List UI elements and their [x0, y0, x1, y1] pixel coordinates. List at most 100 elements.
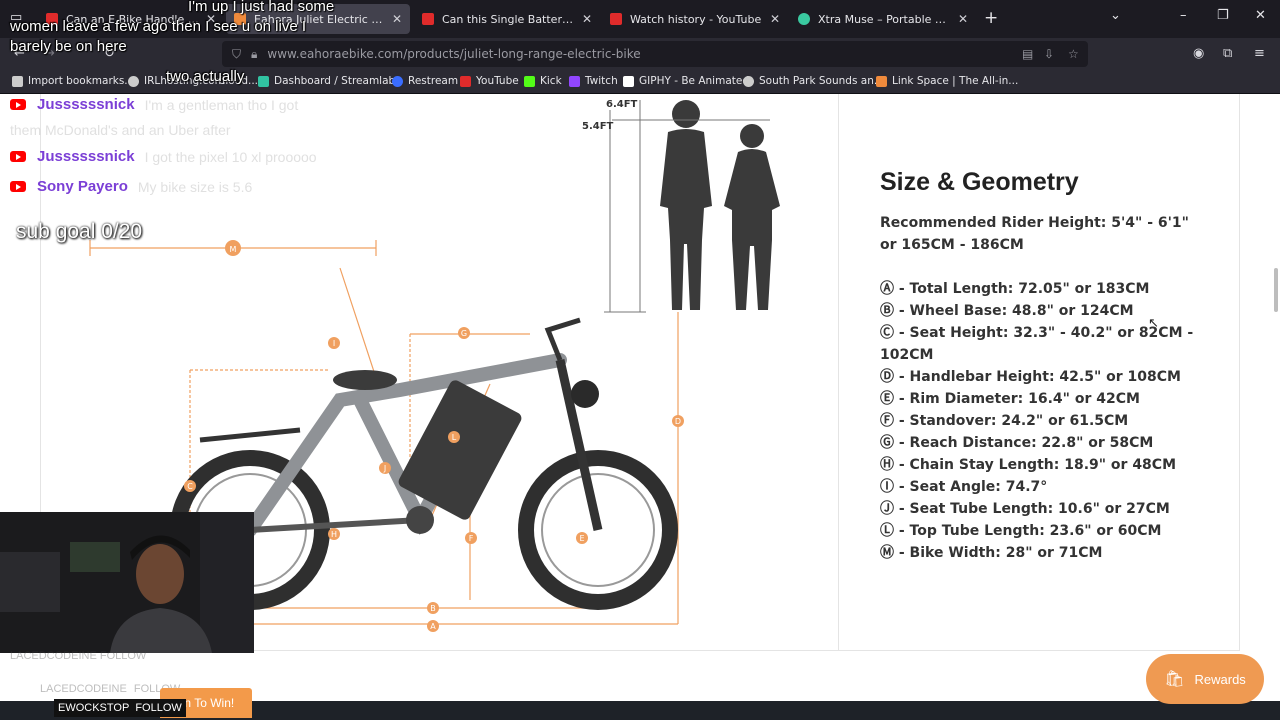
tab-label: Watch history - YouTube — [630, 12, 762, 26]
close-tab-icon[interactable]: ✕ — [958, 12, 968, 26]
streamlabs-icon — [258, 75, 269, 87]
bookmark-item[interactable]: Kick — [524, 75, 562, 87]
overlay-message: I'm up I just had some — [188, 0, 335, 15]
height-label-tall: 6.4FT — [606, 99, 638, 110]
spec-item: Ⓐ - Total Length: 72.05" or 183CM — [880, 281, 1150, 297]
bookmark-item[interactable]: Dashboard / Streamlabs — [258, 75, 401, 87]
new-tab-button[interactable]: + — [984, 8, 998, 28]
chat-text: them McDonald's and an Uber after — [10, 122, 231, 138]
chat-text: I got the pixel 10 xl prooooo — [144, 148, 317, 165]
spec-item: Ⓕ - Standover: 24.2" or 61.5CM — [880, 413, 1129, 429]
chat-message: them McDonald's and an Uber after — [10, 122, 231, 138]
south-park-icon — [743, 75, 754, 87]
svg-text:G: G — [461, 329, 467, 338]
chat-username: Jussssssnick — [37, 96, 135, 113]
svg-text:B: B — [430, 604, 436, 613]
spec-item: Ⓙ - Seat Tube Length: 10.6" or 27CM — [880, 501, 1170, 517]
chat-text: I'm a gentleman tho I got — [144, 96, 299, 113]
sub-goal-counter: sub goal 0/20 — [16, 220, 143, 243]
svg-text:A: A — [430, 622, 436, 631]
bookmark-star-icon[interactable]: ☆ — [1068, 47, 1079, 61]
youtube-icon — [10, 181, 26, 192]
youtube-favicon-icon — [610, 13, 622, 25]
close-tab-icon[interactable]: ✕ — [392, 12, 402, 26]
chat-message: Jussssssnick I got the pixel 10 xl prooo… — [10, 148, 317, 165]
rider-silhouettes — [660, 100, 780, 310]
mouse-cursor-icon: ↖ — [1148, 316, 1159, 331]
webcam-feed — [0, 512, 254, 653]
chat-username: Jussssssnick — [37, 148, 135, 165]
follower-name: UNDEFINED_1 — [46, 664, 123, 676]
url-text[interactable]: www.eahoraebike.com/products/juliet-long… — [267, 47, 640, 61]
svg-text:F: F — [469, 534, 474, 543]
tab-overflow-chevron-icon[interactable]: ⌄ — [1110, 8, 1121, 23]
webcam-scene — [0, 512, 254, 653]
geometry-spec-list: Ⓐ - Total Length: 72.05" or 183CM Ⓑ - Wh… — [880, 278, 1210, 564]
svg-text:D: D — [675, 417, 681, 426]
follow-alert: UNDEFINED_1 FOLLOW — [46, 664, 178, 676]
tab-label: Can this Single Battery Bike Ma — [442, 12, 576, 26]
chat-username: Sony Payero — [37, 178, 128, 195]
section-border-right — [1239, 94, 1240, 650]
svg-text:C: C — [187, 482, 193, 491]
menu-icon[interactable]: ≡ — [1254, 46, 1265, 61]
spec-item: Ⓔ - Rim Diameter: 16.4" or 42CM — [880, 391, 1140, 407]
bookmark-item[interactable]: Link Space | The All-in... — [876, 75, 1018, 87]
tab-3[interactable]: Can this Single Battery Bike Ma ✕ — [414, 4, 600, 34]
tab-label: Xtra Muse – Portable Vlog Cam — [818, 12, 952, 26]
bookmark-item[interactable]: GIPHY - Be Animated — [623, 75, 749, 87]
overlay-message: two actually — [166, 68, 245, 85]
lock-icon[interactable]: 🔒︎ — [251, 47, 257, 62]
youtube-icon — [10, 99, 26, 110]
reader-view-icon[interactable]: ▤ — [1022, 47, 1033, 61]
overlay-message: women leave a few ago then I see u on li… — [10, 18, 307, 35]
spec-item: Ⓑ - Wheel Base: 48.8" or 124CM — [880, 303, 1134, 319]
account-icon[interactable]: ◉ — [1193, 46, 1204, 61]
spec-item: Ⓘ - Seat Angle: 74.7° — [880, 479, 1048, 495]
size-geometry-heading: Size & Geometry — [880, 168, 1079, 196]
spec-item: Ⓒ - Seat Height: 32.3" - 40.2" or 82CM -… — [880, 325, 1194, 363]
follow-alert: LACEDCODEINE FOLLOW — [10, 650, 147, 662]
navigation-bar: ← → ↻ ⛉ 🔒︎ www.eahoraebike.com/products/… — [0, 38, 1280, 70]
extensions-icon[interactable]: ⧉ — [1223, 46, 1232, 61]
svg-text:E: E — [579, 534, 584, 543]
follow-action: FOLLOW — [135, 702, 182, 714]
close-tab-icon[interactable]: ✕ — [770, 12, 780, 26]
bookmark-item[interactable]: Import bookmarks... — [12, 75, 134, 87]
recommended-rider-height: Recommended Rider Height: 5'4" - 6'1" or… — [880, 215, 1189, 253]
bookmark-item[interactable]: South Park Sounds an... — [743, 75, 884, 87]
svg-text:H: H — [331, 530, 337, 539]
twitch-icon — [569, 75, 580, 87]
restream-icon — [392, 75, 403, 87]
tab-5[interactable]: Xtra Muse – Portable Vlog Cam ✕ — [790, 4, 976, 34]
bookmark-item[interactable]: Restream — [392, 75, 458, 87]
minimize-icon[interactable]: – — [1180, 8, 1187, 23]
scrollbar-thumb[interactable] — [1274, 268, 1278, 312]
close-tab-icon[interactable]: ✕ — [582, 12, 592, 26]
bookmark-item[interactable]: Twitch — [569, 75, 618, 87]
save-to-pocket-icon[interactable]: ⇩ — [1044, 47, 1054, 61]
follower-name: EWOCKSTOP — [58, 702, 130, 714]
youtube-favicon-icon — [422, 13, 434, 25]
youtube-icon — [460, 75, 471, 87]
rewards-button[interactable]: 🛍︎ Rewards — [1146, 654, 1264, 704]
follower-name: LACEDCODEINE — [40, 683, 127, 695]
chat-message: Jussssssnick I'm a gentleman tho I got — [10, 96, 298, 113]
globe-icon — [128, 75, 139, 87]
xtra-favicon-icon — [798, 13, 810, 25]
spec-item: Ⓗ - Chain Stay Length: 18.9" or 48CM — [880, 457, 1177, 473]
svg-text:I: I — [333, 339, 335, 348]
shield-icon[interactable]: ⛉ — [232, 47, 241, 62]
svg-text:J: J — [383, 464, 386, 473]
restore-icon[interactable]: ❐ — [1217, 8, 1229, 23]
link-space-icon — [876, 75, 887, 87]
svg-text:L: L — [452, 433, 457, 442]
url-bar[interactable]: ⛉ 🔒︎ www.eahoraebike.com/products/juliet… — [222, 41, 1088, 67]
bookmark-item[interactable]: YouTube — [460, 75, 519, 87]
spec-item: Ⓜ - Bike Width: 28" or 71CM — [880, 545, 1103, 561]
close-window-icon[interactable]: ✕ — [1255, 8, 1266, 23]
tab-4[interactable]: Watch history - YouTube ✕ — [602, 4, 788, 34]
spec-item: Ⓓ - Handlebar Height: 42.5" or 108CM — [880, 369, 1181, 385]
giphy-icon — [623, 75, 634, 87]
youtube-icon — [10, 151, 26, 162]
